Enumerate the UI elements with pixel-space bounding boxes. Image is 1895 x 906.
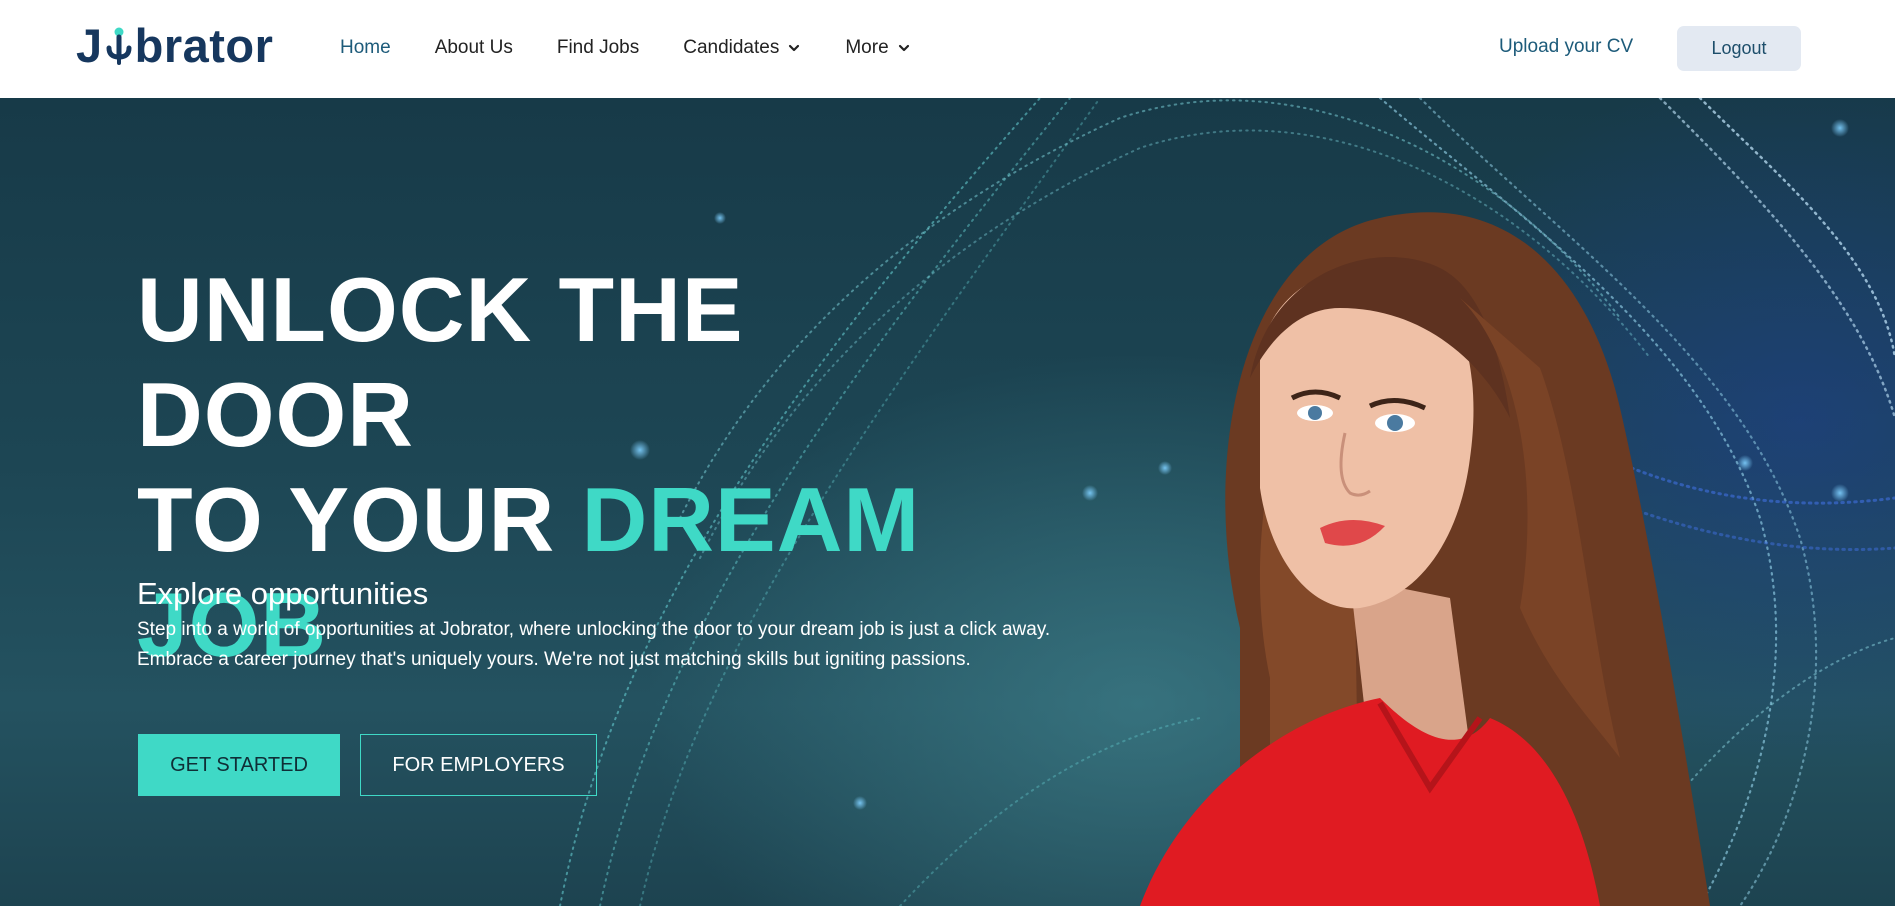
nav-find-jobs-label: Find Jobs	[556, 37, 640, 58]
chevron-down-icon	[898, 44, 909, 52]
hero-description: Step into a world of opportunities at Jo…	[137, 615, 1077, 675]
hero-description-line-2: Embrace a career journey that's uniquely…	[137, 649, 971, 670]
logo-text-start: J	[76, 18, 103, 72]
nav-about-us-label: About Us	[434, 37, 513, 58]
nav-about-us[interactable]: About Us	[435, 37, 513, 59]
hero-description-line-1: Step into a world of opportunities at Jo…	[137, 619, 1051, 640]
nav-candidates-dropdown[interactable]: Candidates	[683, 37, 801, 59]
logout-button[interactable]: Logout	[1677, 26, 1801, 71]
nav-more-label: More	[845, 37, 889, 58]
top-navbar: J brator Home About Us Find Jobs Candida…	[0, 0, 1895, 98]
get-started-button[interactable]: GET STARTED	[138, 734, 340, 796]
upload-cv-link[interactable]: Upload your CV	[1499, 36, 1633, 58]
nav-home-label: Home	[340, 37, 391, 58]
hero-subtitle: Explore opportunities	[137, 576, 429, 611]
main-nav: Home About Us Find Jobs Candidates More	[340, 0, 955, 96]
brand-logo[interactable]: J brator	[76, 18, 273, 72]
logo-text-end: brator	[134, 18, 274, 72]
chevron-down-icon	[789, 44, 800, 52]
for-employers-button[interactable]: FOR EMPLOYERS	[360, 734, 597, 796]
headline-line-2-white: TO YOUR	[137, 470, 582, 571]
nav-home[interactable]: Home	[340, 37, 391, 59]
logo-mark-icon	[104, 21, 134, 69]
hero-section: UNLOCK THE DOOR TO YOUR DREAM JOB Explor…	[0, 98, 1895, 906]
headline-line-1: UNLOCK THE DOOR	[137, 260, 744, 466]
nav-candidates-label: Candidates	[683, 37, 780, 58]
nav-find-jobs[interactable]: Find Jobs	[557, 37, 639, 59]
woman-portrait-image	[1140, 212, 1710, 906]
headline-line-2-accent: DREAM	[581, 470, 921, 571]
nav-more-dropdown[interactable]: More	[845, 37, 910, 59]
